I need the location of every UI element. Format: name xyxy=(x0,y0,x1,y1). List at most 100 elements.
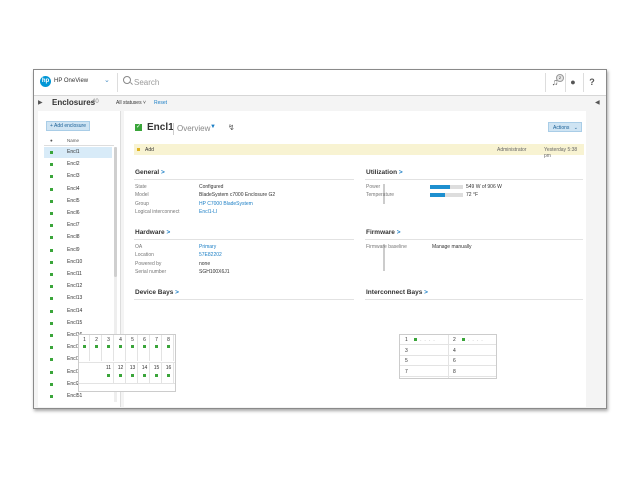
device-bay[interactable]: 4 xyxy=(115,335,126,361)
page-header: ▶ Enclosures 40 All statuses ˅ Reset ◀ xyxy=(34,96,606,110)
utilization-value: 72 °F xyxy=(466,192,479,199)
device-bay[interactable]: 1 xyxy=(79,335,90,361)
list-item[interactable]: Encl6 xyxy=(44,208,112,219)
status-ok-icon xyxy=(50,175,53,179)
interconnect-bay-number: 4 xyxy=(453,347,456,354)
firmware-section-title[interactable]: Firmware > xyxy=(366,229,401,236)
interconnect-bay-number: 2 xyxy=(453,337,456,343)
device-bay[interactable]: 3 xyxy=(103,335,114,361)
interconnect-bay-number: 7 xyxy=(405,369,408,376)
alert-text: Add xyxy=(145,147,154,153)
list-item[interactable]: Encl2 xyxy=(44,159,112,170)
status-ok-icon xyxy=(50,346,53,350)
status-ok-icon xyxy=(50,285,53,289)
list-item[interactable]: Encl7 xyxy=(44,220,112,231)
list-item[interactable]: Encl13 xyxy=(44,293,112,304)
list-item[interactable]: Encl10 xyxy=(44,257,112,268)
device-bay-number: 14 xyxy=(141,365,148,371)
device-bay[interactable]: 16 xyxy=(163,363,174,383)
device-bay[interactable]: 13 xyxy=(127,363,138,383)
status-filter[interactable]: All statuses ˅ xyxy=(116,100,146,106)
interconnect-bays-grid: 1 - - - - 2 - - - - 3 4 5 6 7 8 xyxy=(399,334,497,379)
list-item-label: Encl6 xyxy=(67,210,80,216)
help-icon[interactable]: ? xyxy=(584,74,600,90)
interconnect-bay[interactable]: 6 xyxy=(448,356,496,367)
status-column-header[interactable]: ● xyxy=(50,138,53,143)
list-item[interactable]: Encl15 xyxy=(44,318,112,329)
device-bays-section-title[interactable]: Device Bays > xyxy=(135,289,179,296)
general-section-title[interactable]: General > xyxy=(135,169,165,176)
list-item[interactable]: Encl51 xyxy=(44,391,112,402)
topbar-divider-2 xyxy=(545,73,546,92)
list-item-label: Encl11 xyxy=(67,271,82,277)
status-ok-icon xyxy=(50,260,53,264)
interconnect-bay[interactable]: 7 xyxy=(400,367,448,378)
interconnect-bay[interactable]: 8 xyxy=(448,367,496,378)
list-item[interactable]: Encl12 xyxy=(44,281,112,292)
interconnect-bay-ports: - - - - xyxy=(420,337,436,342)
expand-panel-arrow-icon[interactable]: ▶ xyxy=(38,99,43,106)
device-bay[interactable]: 5 xyxy=(127,335,138,361)
device-bay-number: 12 xyxy=(117,365,124,371)
interconnect-bay[interactable]: 5 xyxy=(400,356,448,367)
utilization-bar xyxy=(430,185,463,189)
actions-button[interactable]: Actions ⌄ xyxy=(548,122,582,132)
list-item[interactable]: Encl4 xyxy=(44,184,112,195)
alert-status-icon xyxy=(137,148,140,151)
device-bay[interactable]: 8 xyxy=(163,335,174,361)
hardware-value[interactable]: 57E82202 xyxy=(199,252,222,258)
general-value[interactable]: HP C7000 BladeSystem xyxy=(199,201,253,207)
interconnect-bay-ports: - - - - xyxy=(468,337,484,342)
list-item[interactable]: Encl3 xyxy=(44,171,112,182)
device-bay[interactable]: 2 xyxy=(91,335,102,361)
interconnect-bay[interactable]: 3 xyxy=(400,346,448,356)
device-bay[interactable]: 7 xyxy=(151,335,162,361)
bay-status-icon xyxy=(131,374,134,377)
list-item[interactable]: Encl11 xyxy=(44,269,112,280)
resource-title: Encl1 xyxy=(147,122,174,133)
interconnect-bay[interactable]: 1 - - - - xyxy=(400,335,448,345)
interconnect-bays-section-title[interactable]: Interconnect Bays > xyxy=(366,289,428,296)
interconnect-bay[interactable]: 4 xyxy=(448,346,496,356)
bay-status-icon xyxy=(119,345,122,348)
list-item[interactable]: Encl5 xyxy=(44,196,112,207)
name-column-header[interactable]: Name xyxy=(67,138,79,143)
utilization-label: Temperature xyxy=(366,192,395,199)
view-selector[interactable]: Overview xyxy=(177,124,210,133)
notifications-bell-icon[interactable]: ♫ 2 xyxy=(547,74,564,90)
search-input[interactable] xyxy=(134,75,334,89)
hardware-value[interactable]: Primary xyxy=(199,244,216,250)
list-item-label: Encl51 xyxy=(67,393,83,399)
list-item[interactable]: Encl8 xyxy=(44,232,112,243)
view-chevron-down-icon[interactable]: ▼ xyxy=(210,124,216,130)
device-bay[interactable]: 6 xyxy=(139,335,150,361)
interconnect-bay[interactable]: 2 - - - - xyxy=(448,335,496,345)
list-item[interactable]: Encl9 xyxy=(44,245,112,256)
status-ok-icon xyxy=(50,248,53,252)
list-item[interactable]: Encl1 xyxy=(44,147,112,158)
list-item-label: Encl15 xyxy=(67,319,83,326)
activity-alert-bar[interactable]: Add Administrator Yesterday 5:38 pm xyxy=(134,144,584,159)
page-title: Enclosures xyxy=(52,98,96,107)
utilization-value: 549 W of 906 W xyxy=(466,184,502,190)
device-bay[interactable]: 12 xyxy=(115,363,126,383)
device-bay[interactable]: 14 xyxy=(139,363,150,383)
collapse-panel-arrow-icon[interactable]: ◀ xyxy=(595,99,600,106)
hardware-section-title[interactable]: Hardware > xyxy=(135,229,170,236)
utilization-section-title[interactable]: Utilization > xyxy=(366,169,403,176)
activity-icon[interactable]: ↯ xyxy=(228,123,235,132)
general-value[interactable]: Encl1-LI xyxy=(199,209,217,215)
reset-link[interactable]: Reset xyxy=(154,100,167,106)
add-enclosure-button[interactable]: + Add enclosure xyxy=(46,121,90,131)
device-bay-number: 7 xyxy=(155,337,158,343)
general-divider xyxy=(134,179,354,180)
list-scrollbar-thumb[interactable] xyxy=(114,147,117,277)
list-item[interactable]: Encl14 xyxy=(44,306,112,317)
user-icon[interactable]: ● xyxy=(565,74,581,90)
status-ok-icon: ✓ xyxy=(135,124,142,131)
list-item-label: Encl12 xyxy=(67,283,83,290)
device-bay[interactable]: 11 xyxy=(103,363,114,383)
device-bay[interactable]: 15 xyxy=(151,363,162,383)
app-menu-chevron-icon[interactable]: ⌄ xyxy=(104,76,110,84)
bay-status-icon xyxy=(95,345,98,348)
